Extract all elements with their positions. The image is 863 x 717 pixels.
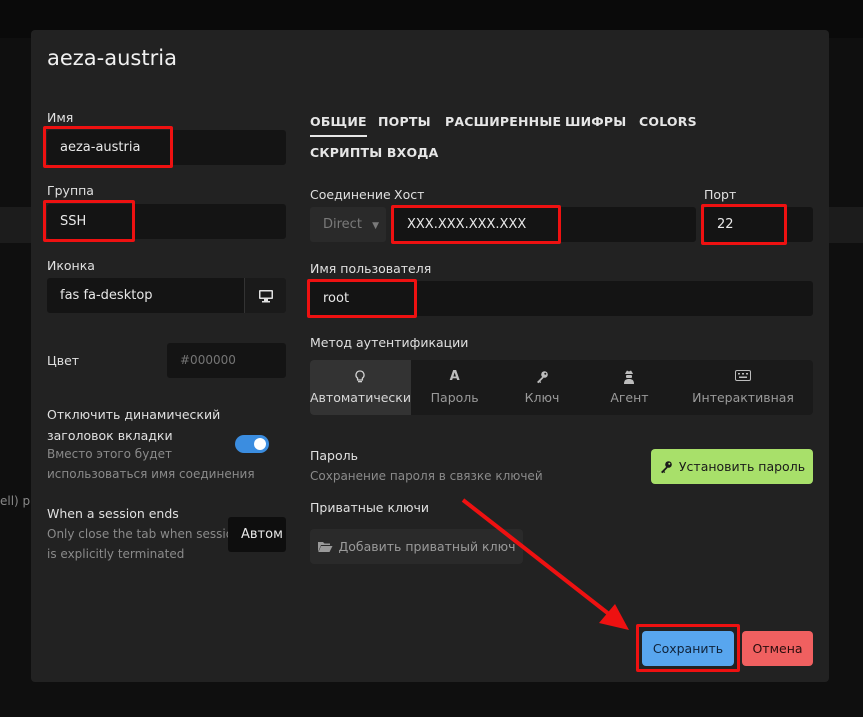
background-row-right — [829, 207, 863, 243]
auth-option-label: Интерактивная — [692, 390, 794, 405]
session-end-sub-line1: Only close the tab when session — [47, 527, 241, 541]
auth-option-label: Пароль — [430, 390, 479, 405]
auth-option-password[interactable]: A Пароль — [411, 360, 498, 415]
key-icon — [535, 370, 549, 384]
auth-option-interactive[interactable]: Интерактивная — [673, 360, 813, 415]
tab-login-scripts[interactable]: СКРИПТЫ ВХОДА — [310, 145, 439, 160]
host-input[interactable]: XXX.XXX.XXX.XXX — [394, 207, 696, 242]
font-a-icon: A — [449, 369, 460, 384]
auth-method-label: Метод аутентификации — [310, 335, 469, 350]
auth-method-selector: Автоматически A Пароль Ключ Агент Интера… — [310, 360, 813, 415]
dynamic-title-label-line2: заголовок вкладки — [47, 428, 173, 443]
session-end-description: Only close the tab when session is expli… — [47, 524, 241, 564]
color-input[interactable] — [167, 343, 286, 378]
tab-advanced[interactable]: РАСШИРЕННЫЕ — [445, 114, 561, 129]
dynamic-title-label-line1: Отключить динамический — [47, 407, 221, 422]
auth-option-key[interactable]: Ключ — [498, 360, 585, 415]
dialog-title: aeza-austria — [47, 46, 177, 70]
lightbulb-icon — [355, 370, 366, 384]
user-secret-icon — [623, 370, 635, 384]
tab-ciphers[interactable]: ШИФРЫ — [565, 114, 626, 129]
connection-mode-select[interactable]: Direct ▼ — [310, 207, 386, 242]
dynamic-title-sub-line2: использоваться имя соединения — [47, 467, 255, 481]
background-text-fragment: ell) p — [0, 494, 31, 508]
dynamic-title-toggle[interactable] — [235, 435, 269, 453]
auth-option-label: Ключ — [524, 390, 560, 405]
name-input[interactable]: aeza-austria — [47, 130, 286, 165]
dynamic-title-description: Вместо этого будет использоваться имя со… — [47, 444, 255, 484]
private-keys-label: Приватные ключи — [310, 500, 430, 515]
auth-option-agent[interactable]: Агент — [586, 360, 673, 415]
key-icon — [660, 460, 672, 473]
username-label: Имя пользователя — [310, 261, 432, 276]
set-password-button[interactable]: Установить пароль — [651, 449, 813, 484]
save-button[interactable]: Сохранить — [642, 631, 734, 666]
connection-label: Соединение — [310, 187, 391, 202]
port-input[interactable]: 22 — [704, 207, 813, 242]
cancel-button[interactable]: Отмена — [742, 631, 813, 666]
desktop-icon — [258, 289, 273, 302]
tab-ports[interactable]: ПОРТЫ — [378, 114, 431, 129]
tab-general[interactable]: ОБЩИЕ — [310, 114, 367, 137]
session-end-label: When a session ends — [47, 506, 179, 521]
caret-down-icon: ▼ — [372, 221, 379, 231]
add-private-key-label: Добавить приватный ключ — [338, 539, 516, 554]
session-end-sub-line2: is explicitly terminated — [47, 547, 185, 561]
password-section-label: Пароль — [310, 448, 358, 463]
group-input[interactable]: SSH — [47, 204, 286, 239]
host-label: Хост — [394, 187, 425, 202]
username-input[interactable]: root — [310, 281, 813, 316]
tab-colors[interactable]: COLORS — [639, 114, 697, 129]
connection-settings-dialog: aeza-austria Имя aeza-austria Группа SSH… — [31, 30, 829, 682]
auth-option-label: Автоматически — [310, 390, 411, 405]
icon-picker-button[interactable] — [244, 278, 286, 313]
folder-open-icon — [318, 541, 333, 552]
icon-input[interactable]: fas fa-desktop — [47, 278, 244, 313]
connection-mode-value: Direct — [323, 217, 362, 232]
add-private-key-button[interactable]: Добавить приватный ключ — [310, 529, 523, 564]
icon-label: Иконка — [47, 258, 95, 273]
auth-option-automatic[interactable]: Автоматически — [310, 360, 411, 415]
dynamic-title-label: Отключить динамический заголовок вкладки — [47, 404, 220, 446]
session-end-select[interactable]: Автом — [228, 517, 286, 552]
keyboard-icon — [735, 370, 752, 384]
name-label: Имя — [47, 110, 74, 125]
password-section-description: Сохранение пароля в связке ключей — [310, 469, 543, 483]
auth-option-label: Агент — [610, 390, 649, 405]
group-label: Группа — [47, 183, 94, 198]
set-password-label: Установить пароль — [678, 459, 806, 474]
color-label: Цвет — [47, 353, 80, 368]
port-label: Порт — [704, 187, 737, 202]
dynamic-title-sub-line1: Вместо этого будет — [47, 447, 172, 461]
